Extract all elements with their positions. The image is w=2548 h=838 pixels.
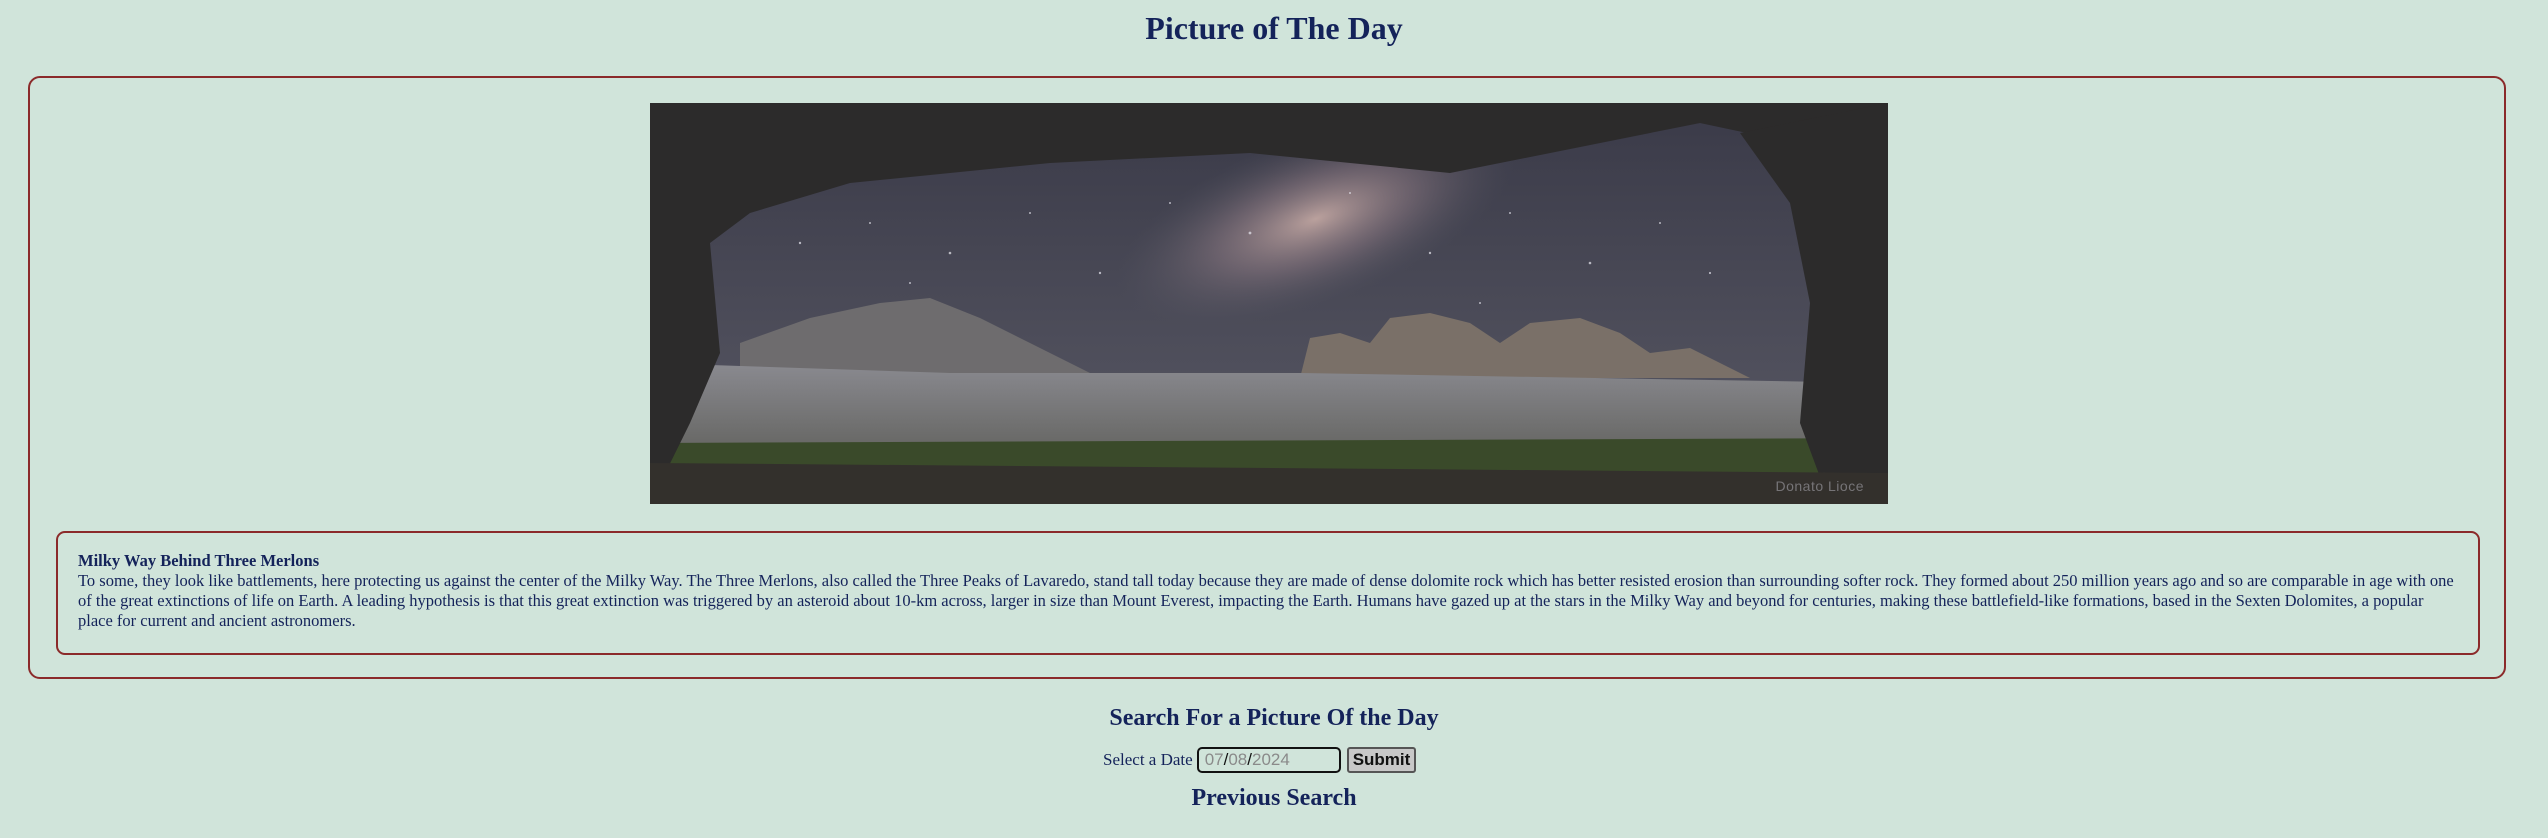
picture-of-the-day-image: Donato Lioce xyxy=(650,103,1888,504)
previous-search-heading: Previous Search xyxy=(1191,785,1357,811)
image-credit: Donato Lioce xyxy=(1775,478,1864,494)
submit-button[interactable]: Submit xyxy=(1346,747,1417,773)
date-day-placeholder: 08 xyxy=(1228,750,1248,769)
description-card: Milky Way Behind Three Merlons To some, … xyxy=(56,531,2480,655)
picture-card: Donato Lioce Milky Way Behind Three Merl… xyxy=(28,76,2506,679)
picture-title: Milky Way Behind Three Merlons xyxy=(78,551,320,570)
milky-way-photo xyxy=(650,103,1888,504)
date-input[interactable]: 07/08/2024 xyxy=(1196,747,1341,773)
search-form: Select a Date 07/08/2024 Submit xyxy=(1103,745,1417,775)
date-year-placeholder: 2024 xyxy=(1252,750,1290,769)
date-month-placeholder: 07 xyxy=(1204,750,1224,769)
search-heading: Search For a Picture Of the Day xyxy=(1109,705,1439,731)
date-label: Select a Date xyxy=(1103,750,1193,769)
page-title: Picture of The Day xyxy=(1145,10,1403,46)
picture-explanation: To some, they look like battlements, her… xyxy=(78,571,2454,630)
